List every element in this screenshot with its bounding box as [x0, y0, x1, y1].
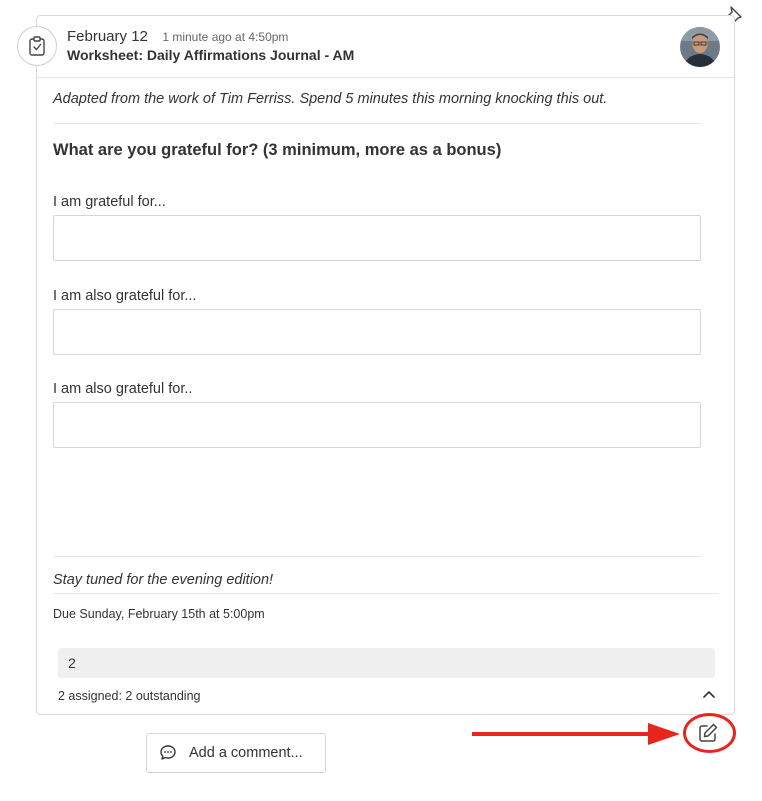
gratitude-input-2[interactable]	[53, 309, 701, 355]
speech-bubble-icon	[160, 745, 176, 760]
clipboard-check-icon	[17, 26, 57, 66]
worksheet-card: February 12 1 minute ago at 4:50pm Works…	[17, 15, 735, 715]
post-title[interactable]: Worksheet: Daily Affirmations Journal - …	[67, 47, 354, 63]
add-comment-button[interactable]: Add a comment...	[146, 733, 326, 773]
card-header: February 12 1 minute ago at 4:50pm Works…	[17, 16, 734, 78]
worksheet-intro: Adapted from the work of Tim Ferriss. Sp…	[53, 91, 608, 107]
worksheet-outro: Stay tuned for the evening edition!	[53, 572, 274, 588]
assignment-count[interactable]: 2	[58, 648, 715, 678]
add-comment-label: Add a comment...	[189, 745, 303, 761]
post-date: February 12	[67, 28, 148, 45]
post-timestamp: 1 minute ago at 4:50pm	[162, 30, 289, 44]
author-avatar[interactable]	[680, 27, 720, 67]
annotation-arrow	[472, 723, 680, 745]
field-label-1: I am grateful for...	[53, 194, 166, 210]
chevron-up-icon[interactable]	[701, 686, 717, 702]
divider	[53, 556, 701, 557]
divider	[53, 593, 719, 594]
due-date: Due Sunday, February 15th at 5:00pm	[53, 607, 265, 621]
field-label-3: I am also grateful for..	[53, 381, 193, 397]
edit-icon[interactable]	[697, 722, 719, 744]
gratitude-input-3[interactable]	[53, 402, 701, 448]
worksheet-question: What are you grateful for? (3 minimum, m…	[53, 141, 502, 159]
post-meta: February 12 1 minute ago at 4:50pm	[67, 28, 288, 46]
assignment-summary: 2 assigned: 2 outstanding	[58, 689, 201, 703]
divider	[53, 123, 701, 124]
gratitude-input-1[interactable]	[53, 215, 701, 261]
page: February 12 1 minute ago at 4:50pm Works…	[0, 0, 762, 801]
field-label-2: I am also grateful for...	[53, 288, 197, 304]
